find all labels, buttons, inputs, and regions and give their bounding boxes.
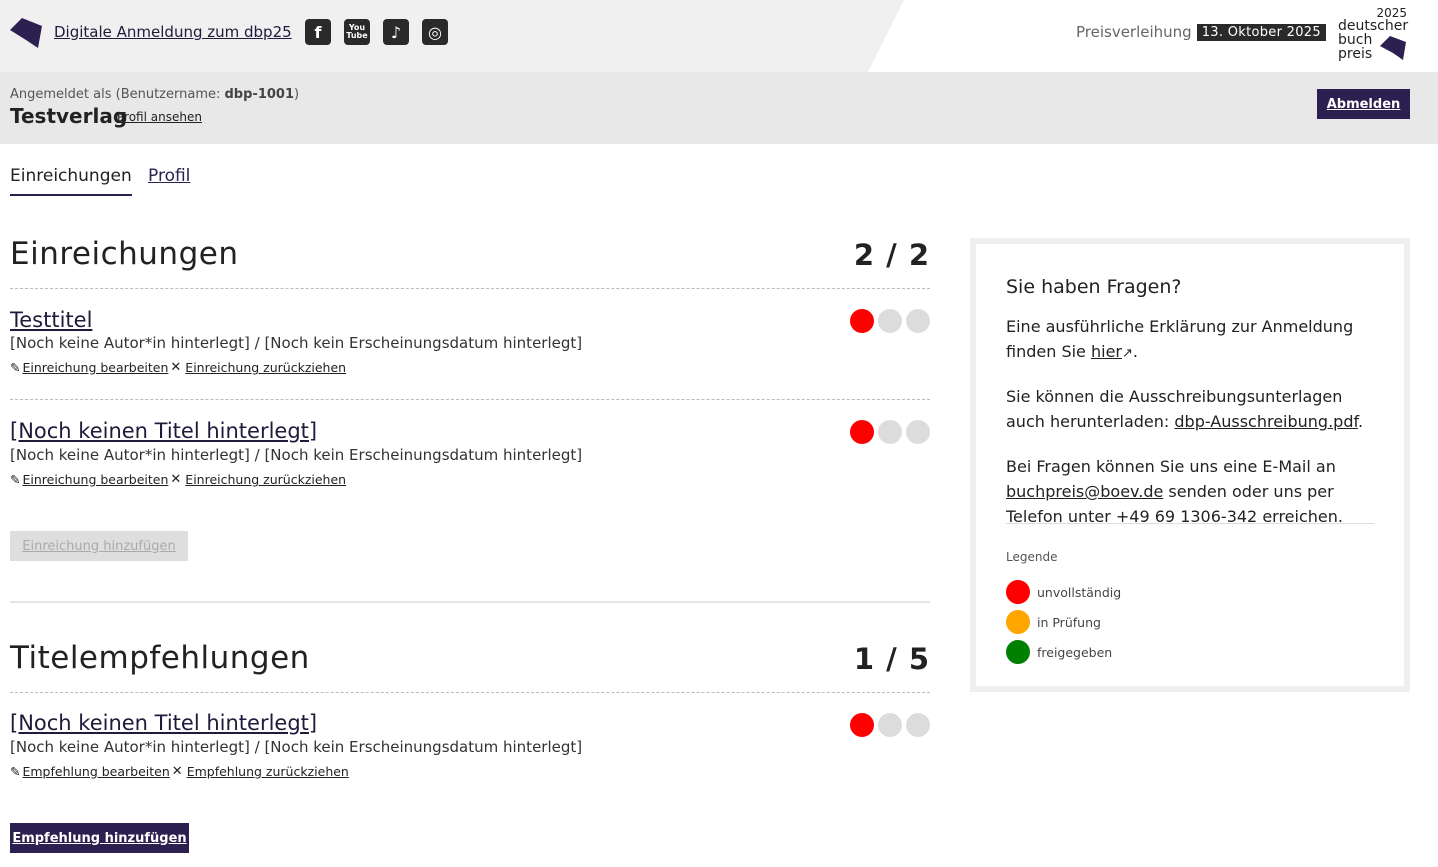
status-dot-incomplete [850,309,874,333]
section-divider [10,601,930,603]
help-paragraph-3: Bei Fragen können Sie uns eine E-Mail an… [1006,457,1343,526]
status-dot-approved [1006,640,1030,664]
legend-item: unvollständig [1006,580,1121,604]
legend-item: in Prüfung [1006,610,1101,634]
recommendations-heading: Titelempfehlungen [10,640,310,676]
status-indicator [850,420,930,444]
legend-title: Legende [1006,550,1058,564]
divider [1006,523,1374,524]
submission-meta: [Noch keine Autor*in hinterlegt] / [Noch… [10,446,583,464]
close-icon: ✕ [170,472,182,487]
brand-word-1: deutscher [1338,18,1409,34]
close-icon: ✕ [171,764,183,779]
tab-profile[interactable]: Profil [148,166,190,186]
publisher-name: Testverlag [10,104,128,128]
status-indicator [850,713,930,737]
add-submission-button[interactable]: Einreichung hinzufügen [10,531,188,561]
pencil-icon: ✎ [10,472,21,487]
registration-home-link[interactable]: Digitale Anmeldung zum dbp25 [54,23,292,41]
social-links: f You Tube ♪ ◎ [305,19,448,45]
brand-mark-icon [1380,36,1406,60]
logout-button[interactable]: Abmelden [1317,89,1410,119]
withdraw-submission-link[interactable]: Einreichung zurückziehen [185,360,346,375]
edit-recommendation-link[interactable]: Empfehlung bearbeiten [22,764,169,779]
recommendation-meta: [Noch keine Autor*in hinterlegt] / [Noch… [10,738,583,756]
status-indicator [850,309,930,333]
dbp-logo-icon[interactable] [10,18,42,48]
status-dot-approved [906,309,930,333]
submission-actions: ✎ Einreichung bearbeiten ✕ Einreichung z… [10,472,346,487]
help-paragraph-2: Sie können die Ausschreibungsunterlagen … [1006,387,1364,431]
view-profile-link[interactable]: Profil ansehen [117,110,202,124]
submission-title[interactable]: [Noch keinen Titel hinterlegt] [10,419,317,443]
submissions-heading: Einreichungen [10,236,239,272]
login-bar: Angemeldet als (Benutzername: dbp-1001) … [0,72,1438,144]
logged-in-as: Angemeldet als (Benutzername: dbp-1001) [10,87,300,102]
withdraw-submission-link[interactable]: Einreichung zurückziehen [185,472,346,487]
divider [10,692,930,693]
site-header: Digitale Anmeldung zum dbp25 f You Tube ♪… [0,0,1438,72]
help-heading: Sie haben Fragen? [1006,276,1182,298]
brand-word-2: buch [1338,32,1373,48]
pdf-download-link[interactable]: dbp-Ausschreibung.pdf [1174,412,1358,431]
tiktok-icon[interactable]: ♪ [383,19,409,45]
submissions-count: 2 / 2 [853,238,930,272]
add-recommendation-button[interactable]: Empfehlung hinzufügen [10,823,189,853]
tab-submissions[interactable]: Einreichungen [10,166,132,196]
help-link[interactable]: hier [1091,342,1122,361]
prize-date: 13. Oktober 2025 [1196,23,1326,41]
close-icon: ✕ [170,360,182,375]
facebook-icon[interactable]: f [305,19,331,45]
status-dot-approved [906,420,930,444]
youtube-icon[interactable]: You Tube [344,19,370,45]
status-dot-review [878,309,902,333]
withdraw-recommendation-link[interactable]: Empfehlung zurückziehen [187,764,349,779]
prize-label: Preisverleihung [1076,23,1192,41]
legend-item: freigegeben [1006,640,1112,664]
help-panel: Sie haben Fragen? Eine ausführliche Erkl… [970,238,1410,692]
status-dot-review [1006,610,1030,634]
divider [10,288,930,289]
status-dot-approved [906,713,930,737]
submission-meta: [Noch keine Autor*in hinterlegt] / [Noch… [10,334,583,352]
edit-submission-link[interactable]: Einreichung bearbeiten [22,360,168,375]
pencil-icon: ✎ [10,360,21,375]
submission-title[interactable]: Testtitel [10,308,92,332]
status-dot-review [878,713,902,737]
brand-logo[interactable]: 2025 deutscher buch preis [1338,6,1410,64]
help-paragraph-1: Eine ausführliche Erklärung zur Anmeldun… [1006,317,1354,361]
brand-word-3: preis [1338,46,1373,62]
email-link[interactable]: buchpreis@boev.de [1006,482,1163,501]
status-dot-incomplete [850,713,874,737]
instagram-icon[interactable]: ◎ [422,19,448,45]
status-dot-review [878,420,902,444]
prize-ceremony: Preisverleihung 13. Oktober 2025 [1076,23,1326,41]
status-dot-incomplete [1006,580,1030,604]
pencil-icon: ✎ [10,764,21,779]
recommendation-actions: ✎ Empfehlung bearbeiten ✕ Empfehlung zur… [10,764,349,779]
submission-actions: ✎ Einreichung bearbeiten ✕ Einreichung z… [10,360,346,375]
recommendations-count: 1 / 5 [853,642,930,676]
external-link-icon: ↗ [1122,346,1133,361]
recommendation-title[interactable]: [Noch keinen Titel hinterlegt] [10,711,317,735]
edit-submission-link[interactable]: Einreichung bearbeiten [22,472,168,487]
divider [10,399,930,400]
username: dbp-1001 [224,87,295,102]
status-dot-incomplete [850,420,874,444]
